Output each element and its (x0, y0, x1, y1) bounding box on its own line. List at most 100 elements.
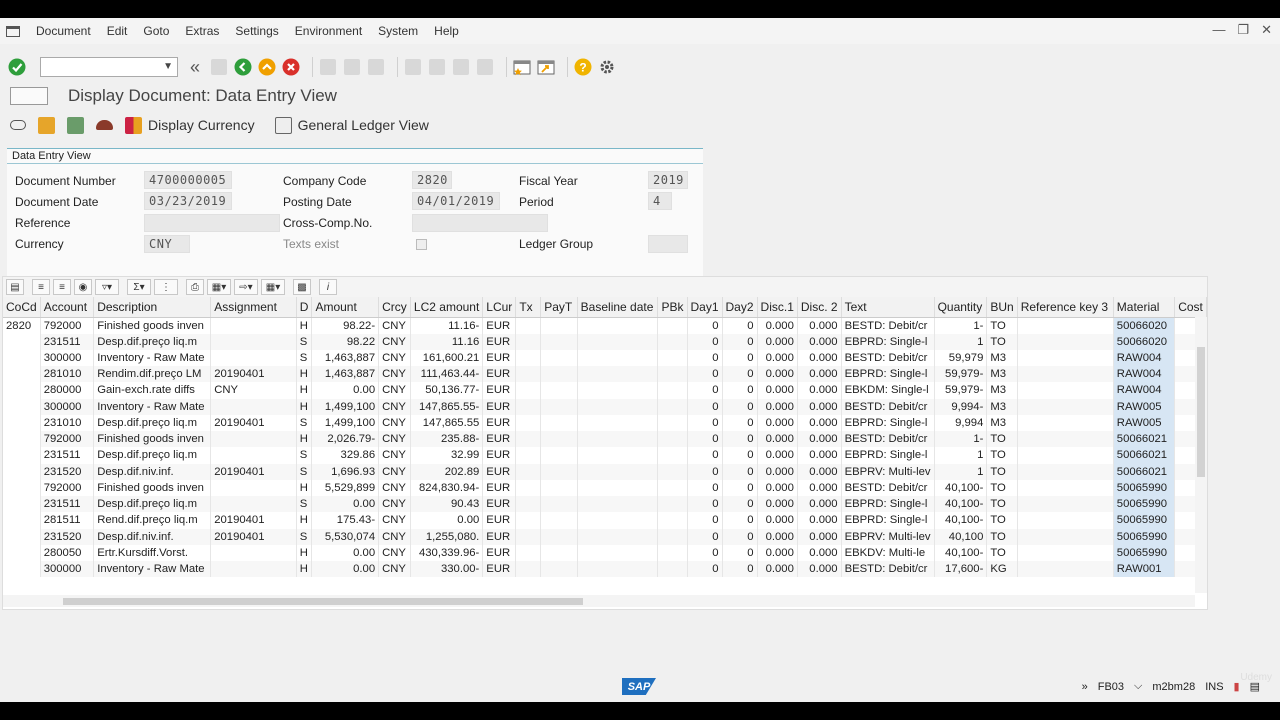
table-cell[interactable] (3, 496, 41, 513)
table-cell[interactable]: 231511 (40, 447, 95, 464)
table-cell[interactable]: 0.00 (311, 382, 380, 399)
table-cell[interactable]: S (296, 349, 313, 366)
table-cell[interactable]: Rendim.dif.preço LM (93, 366, 212, 383)
table-cell[interactable]: S (296, 414, 313, 431)
table-cell[interactable]: EUR (482, 447, 517, 464)
table-cell[interactable] (540, 414, 578, 431)
column-header[interactable]: Disc. 2 (797, 297, 842, 318)
table-cell[interactable]: TO (986, 512, 1018, 529)
table-cell[interactable] (657, 333, 688, 350)
table-cell[interactable] (210, 479, 297, 496)
document-date-field[interactable]: 03/23/2019 (144, 192, 232, 210)
menu-extras[interactable]: Extras (185, 24, 219, 38)
table-cell[interactable]: CNY (378, 414, 411, 431)
table-cell[interactable]: RAW004 (1113, 366, 1176, 383)
table-cell[interactable]: RAW004 (1113, 382, 1176, 399)
table-cell[interactable]: BESTD: Debit/cr (841, 479, 935, 496)
table-cell[interactable] (515, 398, 542, 415)
table-cell[interactable]: 0.000 (797, 512, 842, 529)
table-cell[interactable]: 59,979- (934, 382, 988, 399)
posting-date-field[interactable]: 04/01/2019 (412, 192, 500, 210)
info-icon[interactable]: i (319, 279, 337, 295)
table-cell[interactable]: EBPRD: Single-l (841, 512, 935, 529)
table-cell[interactable]: 0 (722, 479, 758, 496)
display-currency-button[interactable]: Display Currency (125, 116, 255, 134)
table-cell[interactable] (1017, 447, 1114, 464)
column-header[interactable]: Quantity (934, 297, 988, 318)
table-cell[interactable]: 11.16- (410, 317, 484, 334)
table-cell[interactable] (515, 561, 542, 578)
table-cell[interactable]: 0 (687, 528, 723, 545)
general-ledger-view-button[interactable]: General Ledger View (274, 116, 429, 134)
table-cell[interactable] (540, 463, 578, 480)
table-cell[interactable]: CNY (378, 479, 411, 496)
table-cell[interactable] (577, 528, 659, 545)
table-cell[interactable] (657, 479, 688, 496)
table-cell[interactable]: 0 (722, 447, 758, 464)
table-cell[interactable]: 0.000 (757, 544, 798, 561)
table-cell[interactable]: TO (986, 463, 1018, 480)
table-cell[interactable] (540, 528, 578, 545)
table-cell[interactable]: 231511 (40, 496, 95, 513)
table-cell[interactable] (657, 366, 688, 383)
table-cell[interactable] (3, 561, 41, 578)
table-cell[interactable] (657, 349, 688, 366)
table-cell[interactable]: CNY (210, 382, 297, 399)
table-cell[interactable] (1017, 512, 1114, 529)
table-cell[interactable] (515, 479, 542, 496)
column-header[interactable]: PayT (540, 297, 578, 318)
table-cell[interactable]: 0 (687, 431, 723, 448)
vertical-scroll-thumb[interactable] (1197, 347, 1205, 477)
table-cell[interactable] (540, 512, 578, 529)
table-cell[interactable]: 9,994 (934, 414, 988, 431)
table-cell[interactable] (3, 414, 41, 431)
table-cell[interactable] (3, 544, 41, 561)
table-row[interactable]: 300000 Inventory - Raw Mate H 1,499,100 CNY 1… (3, 398, 1207, 415)
table-cell[interactable]: 98.22 (311, 333, 380, 350)
table-cell[interactable] (657, 382, 688, 399)
column-header[interactable]: Cost (1174, 297, 1207, 318)
table-cell[interactable]: TO (986, 447, 1018, 464)
column-header[interactable]: Disc.1 (757, 297, 798, 318)
table-cell[interactable]: H (296, 366, 313, 383)
table-cell[interactable]: 792000 (40, 317, 95, 334)
table-cell[interactable]: EUR (482, 414, 517, 431)
table-cell[interactable] (1017, 561, 1114, 578)
table-cell[interactable]: 0 (722, 333, 758, 350)
table-cell[interactable]: TO (986, 333, 1018, 350)
table-cell[interactable]: 0 (722, 382, 758, 399)
table-cell[interactable]: H (296, 382, 313, 399)
column-header[interactable]: Account (40, 297, 95, 318)
minimize-icon[interactable]: — (1212, 22, 1225, 38)
table-cell[interactable]: 40,100- (934, 479, 988, 496)
sort-descending-icon[interactable]: ≡ (53, 279, 71, 295)
table-cell[interactable]: BESTD: Debit/cr (841, 349, 935, 366)
table-cell[interactable] (540, 349, 578, 366)
table-cell[interactable] (515, 349, 542, 366)
table-cell[interactable]: Desp.dif.preço liq.m (93, 414, 212, 431)
table-cell[interactable] (1017, 333, 1114, 350)
table-cell[interactable]: BESTD: Debit/cr (841, 561, 935, 578)
glasses-icon[interactable] (10, 120, 26, 130)
table-cell[interactable] (210, 317, 297, 334)
table-cell[interactable]: 0 (722, 366, 758, 383)
table-cell[interactable]: 0 (687, 496, 723, 513)
table-cell[interactable]: 0.000 (797, 414, 842, 431)
table-cell[interactable] (210, 398, 297, 415)
menu-system[interactable]: System (378, 24, 418, 38)
table-cell[interactable]: S (296, 496, 313, 513)
table-cell[interactable]: 0.000 (757, 382, 798, 399)
column-header[interactable]: D (296, 297, 313, 318)
table-cell[interactable]: S (296, 463, 313, 480)
table-cell[interactable]: 231520 (40, 463, 95, 480)
table-cell[interactable]: 0 (687, 366, 723, 383)
table-cell[interactable] (3, 463, 41, 480)
table-cell[interactable]: 90.43 (410, 496, 484, 513)
menu-goto[interactable]: Goto (143, 24, 169, 38)
table-cell[interactable]: 0 (722, 317, 758, 334)
table-cell[interactable]: EUR (482, 544, 517, 561)
table-cell[interactable] (515, 496, 542, 513)
table-cell[interactable]: 0 (687, 349, 723, 366)
table-row[interactable]: 231511 Desp.dif.preço liq.m S 98.22 CNY 11.16… (3, 333, 1207, 350)
table-cell[interactable]: 329.86 (311, 447, 380, 464)
